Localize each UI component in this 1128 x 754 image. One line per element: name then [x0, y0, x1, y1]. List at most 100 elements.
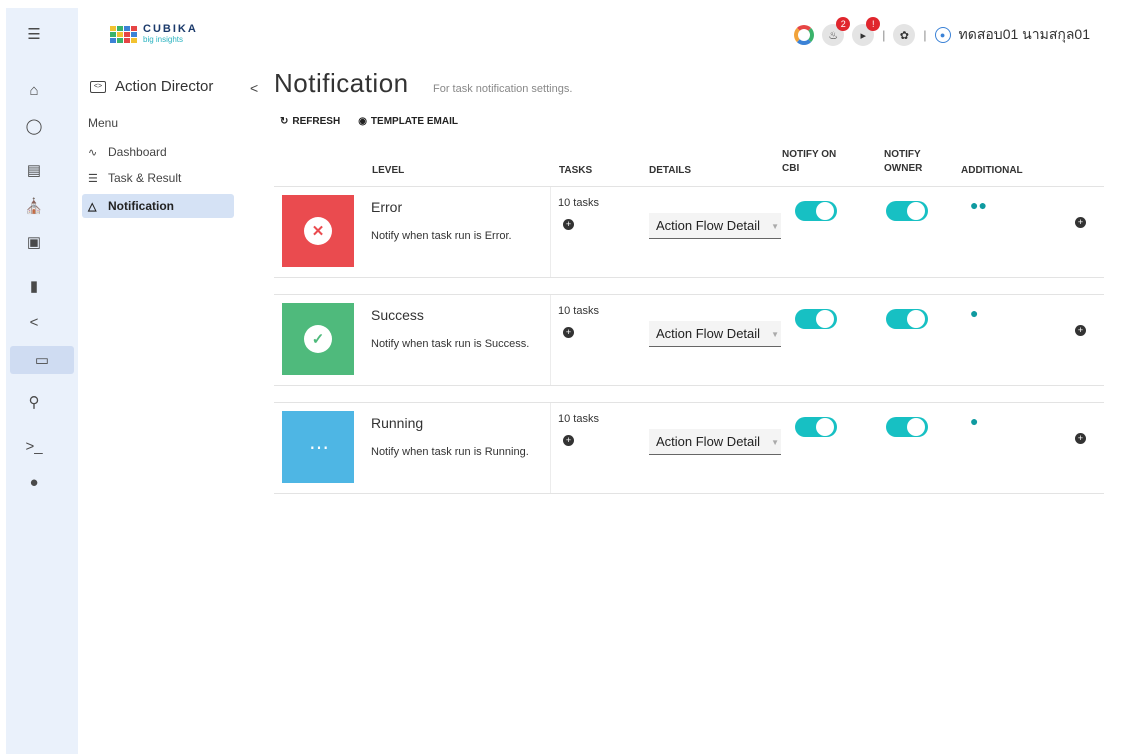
details-value: Action Flow Detail	[656, 434, 761, 449]
tasks-count: 10 tasks	[558, 305, 599, 317]
bank-icon[interactable]: ⛪	[18, 194, 50, 218]
caret-down-icon: ▼	[771, 222, 779, 231]
menu-icon[interactable]: ☰	[18, 22, 50, 46]
table-row: ✕ Error Notify when task run is Error. 1…	[274, 186, 1104, 278]
col-header-level: LEVEL	[372, 165, 405, 176]
details-select[interactable]: Action Flow Detail ▼	[649, 321, 781, 347]
level-swatch: ⋯	[282, 411, 354, 483]
megaphone-icon[interactable]: ▸!	[852, 17, 881, 46]
divider: |	[923, 28, 927, 42]
notify-cbi-toggle[interactable]	[795, 309, 837, 329]
divider	[550, 187, 551, 277]
x-icon: ✕	[304, 217, 332, 245]
notification-badge: 2	[836, 17, 851, 31]
sidebar-item-dashboard[interactable]: ∿ Dashboard	[82, 140, 234, 164]
level-description: Notify when task run is Running.	[371, 446, 529, 458]
eye-icon: ◉	[358, 116, 367, 127]
details-select[interactable]: Action Flow Detail ▼	[649, 213, 781, 239]
level-name: Running	[371, 415, 424, 431]
terminal-icon[interactable]: >_	[18, 434, 50, 458]
col-header-notify-owner: NOTIFY OWNER	[884, 148, 922, 176]
user-icon[interactable]: ●	[970, 413, 978, 429]
bug-icon[interactable]: ✿	[893, 24, 916, 46]
caret-down-icon: ▼	[771, 330, 779, 339]
level-swatch: ✓	[282, 303, 354, 375]
tasks-count: 10 tasks	[558, 197, 599, 209]
notify-owner-toggle[interactable]	[886, 309, 928, 329]
module-title-label: Action Director	[115, 78, 214, 95]
header-line: CBI	[782, 163, 800, 174]
app-frame: ☰ ⌂ ◯ ▤ ⛪ ▣ ▮ < ▭ ⚲ >_ ● CUBIKA big insi…	[6, 8, 1122, 754]
level-name: Error	[371, 199, 403, 215]
sidebar-item-label: Task & Result	[108, 171, 182, 185]
details-value: Action Flow Detail	[656, 326, 761, 341]
sidebar-item-task-result[interactable]: ☰ Task & Result	[82, 166, 234, 190]
add-task-button[interactable]: +	[563, 219, 574, 230]
collapse-sidebar-icon[interactable]: <	[250, 80, 258, 96]
key-icon[interactable]: ⚲	[18, 390, 50, 414]
bell-icon[interactable]: ♨ 2	[822, 17, 851, 46]
file-lock-icon[interactable]: ▮	[18, 274, 50, 298]
page-subtitle: For task notification settings.	[433, 83, 573, 95]
header-line: NOTIFY ON	[782, 149, 837, 160]
header-line: OWNER	[884, 163, 923, 174]
add-task-button[interactable]: +	[563, 435, 574, 446]
logo-mark	[110, 25, 137, 43]
icon-rail: ☰ ⌂ ◯ ▤ ⛪ ▣ ▮ < ▭ ⚲ >_ ●	[6, 8, 78, 754]
notify-owner-toggle[interactable]	[886, 201, 928, 221]
divider	[550, 295, 551, 385]
announcement-badge: !	[866, 17, 881, 31]
server-icon[interactable]: ▤	[18, 158, 50, 182]
home-icon[interactable]: ⌂	[18, 78, 50, 102]
caret-down-icon: ▼	[771, 438, 779, 447]
details-select[interactable]: Action Flow Detail ▼	[649, 429, 781, 455]
level-name: Success	[371, 307, 424, 323]
refresh-button[interactable]: ↻ REFRESH	[280, 116, 340, 127]
brand-name: CUBIKA	[143, 23, 198, 35]
sidebar-item-label: Dashboard	[108, 145, 167, 159]
table-row: ✓ Success Notify when task run is Succes…	[274, 294, 1104, 386]
menu-label: Menu	[88, 116, 119, 130]
row-add-button[interactable]: +	[1075, 433, 1086, 444]
divider	[550, 403, 551, 493]
sidebar-item-notification[interactable]: △ Notification	[82, 194, 234, 218]
col-header-details: DETAILS	[649, 165, 692, 176]
user-circle-icon: ●	[934, 27, 951, 43]
add-task-button[interactable]: +	[563, 327, 574, 338]
user-name[interactable]: ทดสอบ01 นามสกุล01	[959, 24, 1090, 46]
sidebar-item-label: Notification	[108, 199, 174, 213]
refresh-icon: ↻	[280, 116, 289, 127]
row-add-button[interactable]: +	[1075, 325, 1086, 336]
archive-icon[interactable]: ▣	[18, 230, 50, 254]
module-title: <> Action Director	[90, 78, 213, 95]
level-swatch: ✕	[282, 195, 354, 267]
chart-icon: ∿	[88, 146, 98, 159]
share-icon[interactable]: <	[18, 310, 50, 334]
header-actions: ♨ 2 ▸! | ✿ | ● ทดสอบ01 นามสกุล01	[794, 17, 1090, 46]
table-row: ⋯ Running Notify when task run is Runnin…	[274, 402, 1104, 494]
tasks-count: 10 tasks	[558, 413, 599, 425]
col-header-tasks: TASKS	[559, 165, 593, 176]
col-header-additional: ADDITIONAL	[961, 165, 1023, 176]
page-title: Notification	[274, 68, 409, 98]
check-icon: ✓	[304, 325, 332, 353]
template-email-button[interactable]: ◉ TEMPLATE EMAIL	[358, 116, 458, 127]
action-director-icon: <>	[90, 80, 106, 93]
user-icon[interactable]: ●	[970, 305, 978, 321]
details-value: Action Flow Detail	[656, 218, 761, 233]
template-email-label: TEMPLATE EMAIL	[370, 116, 458, 127]
circle-icon[interactable]: ◯	[18, 114, 50, 138]
notify-cbi-toggle[interactable]	[795, 201, 837, 221]
brand-logo[interactable]: CUBIKA big insights	[110, 24, 198, 44]
users-icon[interactable]: ●●	[970, 197, 987, 213]
notify-cbi-toggle[interactable]	[795, 417, 837, 437]
action-director-icon[interactable]: ▭	[10, 346, 74, 374]
row-add-button[interactable]: +	[1075, 217, 1086, 228]
user-icon[interactable]: ●	[18, 470, 50, 494]
spinner-icon: ⋯	[309, 436, 329, 459]
notify-owner-toggle[interactable]	[886, 417, 928, 437]
level-description: Notify when task run is Error.	[371, 230, 512, 242]
bell-icon: △	[88, 200, 97, 213]
list-icon: ☰	[88, 172, 98, 185]
status-ring-icon[interactable]	[794, 25, 815, 45]
